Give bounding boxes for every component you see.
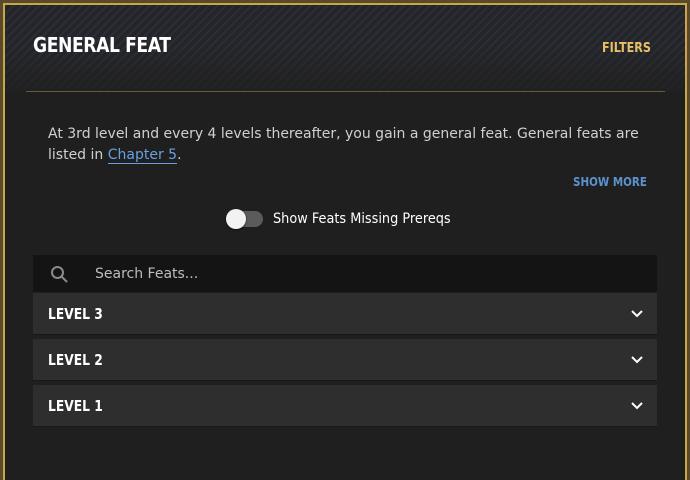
description-text-end: .: [177, 147, 182, 163]
level-label: LEVEL 2: [48, 350, 103, 369]
prereq-toggle-row: Show Feats Missing Prereqs: [226, 209, 466, 229]
header-divider: [26, 91, 665, 92]
level-row-1[interactable]: LEVEL 1: [33, 385, 657, 426]
chevron-down-icon: [631, 354, 643, 366]
filters-button[interactable]: FILTERS: [602, 41, 651, 56]
show-more-button[interactable]: SHOW MORE: [573, 175, 647, 189]
search-icon: [49, 264, 69, 284]
toggle-label: Show Feats Missing Prereqs: [273, 211, 451, 227]
level-row-3[interactable]: LEVEL 3: [33, 293, 657, 334]
level-row-2[interactable]: LEVEL 2: [33, 339, 657, 380]
level-label: LEVEL 3: [48, 304, 103, 323]
page-title: GENERAL FEAT: [33, 33, 171, 57]
missing-prereqs-toggle[interactable]: [226, 209, 263, 229]
search-input[interactable]: [93, 254, 657, 293]
chevron-down-icon: [631, 400, 643, 412]
app-frame: GENERAL FEAT FILTERS At 3rd level and ev…: [0, 0, 690, 480]
feat-description: At 3rd level and every 4 levels thereaft…: [48, 124, 648, 166]
chevron-down-icon: [631, 308, 643, 320]
chapter-link[interactable]: Chapter 5: [107, 147, 178, 164]
level-label: LEVEL 1: [48, 396, 103, 415]
feat-panel: GENERAL FEAT FILTERS At 3rd level and ev…: [3, 3, 687, 480]
toggle-knob: [226, 209, 246, 229]
feat-search-bar: [33, 254, 657, 293]
